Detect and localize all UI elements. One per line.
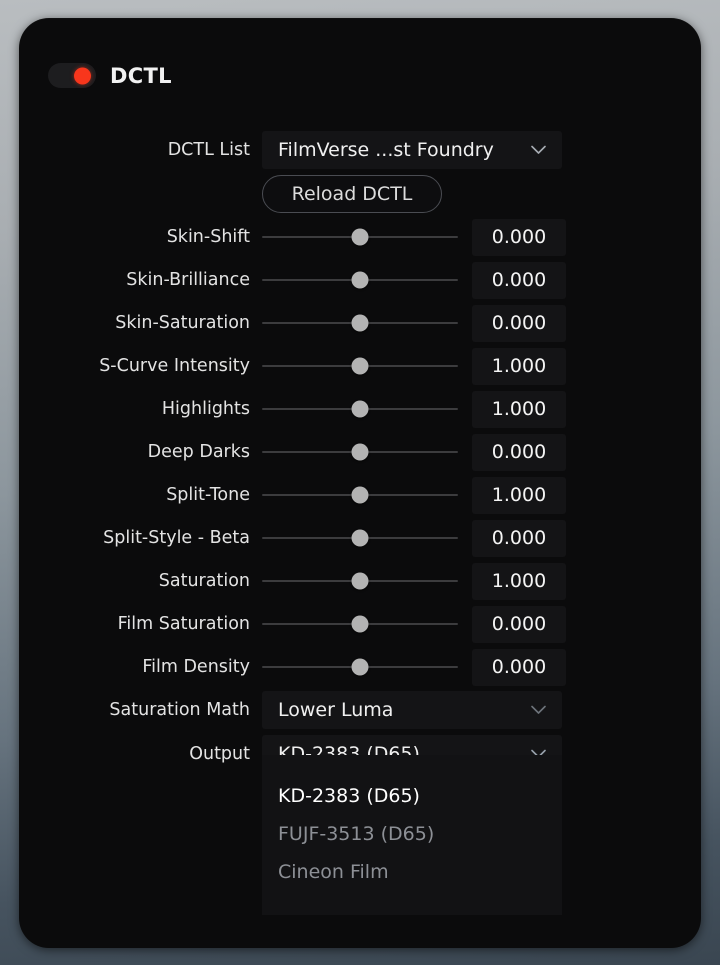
saturation-math-row: Saturation Math Lower Luma bbox=[19, 691, 701, 729]
dctl-enable-toggle[interactable] bbox=[48, 63, 96, 88]
slider-handle[interactable] bbox=[351, 615, 369, 633]
output-label: Output bbox=[189, 744, 250, 764]
slider-row: Film Saturation 0.000 bbox=[19, 605, 701, 643]
slider-value-field[interactable]: 0.000 bbox=[472, 605, 566, 643]
slider-row: Highlights 1.000 bbox=[19, 390, 701, 428]
output-option-list: KD-2383 (D65) FUJF-3513 (D65) Cineon Film bbox=[262, 755, 562, 915]
slider-label: Film Saturation bbox=[117, 614, 250, 634]
slider-value-field[interactable]: 0.000 bbox=[472, 261, 566, 299]
slider-row: Skin-Shift 0.000 bbox=[19, 218, 701, 256]
output-option[interactable]: Cineon Film bbox=[262, 853, 562, 891]
slider-control[interactable] bbox=[262, 562, 458, 600]
slider-handle[interactable] bbox=[351, 357, 369, 375]
slider-control[interactable] bbox=[262, 519, 458, 557]
window-backdrop: DCTL DCTL List FilmVerse ...st Foundry R… bbox=[0, 0, 720, 965]
slider-value-field[interactable]: 1.000 bbox=[472, 476, 566, 514]
slider-row: Deep Darks 0.000 bbox=[19, 433, 701, 471]
slider-control[interactable] bbox=[262, 261, 458, 299]
slider-label: Film Density bbox=[142, 657, 250, 677]
slider-label: Skin-Shift bbox=[166, 227, 250, 247]
slider-handle[interactable] bbox=[351, 486, 369, 504]
slider-row: Film Density 0.000 bbox=[19, 648, 701, 686]
dctl-list-row: DCTL List FilmVerse ...st Foundry bbox=[19, 131, 701, 169]
slider-value-field[interactable]: 0.000 bbox=[472, 433, 566, 471]
panel-header: DCTL bbox=[48, 63, 172, 88]
slider-label: S-Curve Intensity bbox=[99, 356, 250, 376]
slider-row: Saturation 1.000 bbox=[19, 562, 701, 600]
reload-dctl-button[interactable]: Reload DCTL bbox=[262, 175, 442, 213]
slider-control[interactable] bbox=[262, 347, 458, 385]
slider-handle[interactable] bbox=[351, 228, 369, 246]
page-title: DCTL bbox=[110, 63, 172, 88]
slider-control[interactable] bbox=[262, 648, 458, 686]
slider-value-field[interactable]: 0.000 bbox=[472, 648, 566, 686]
slider-handle[interactable] bbox=[351, 314, 369, 332]
slider-handle[interactable] bbox=[351, 572, 369, 590]
slider-label: Deep Darks bbox=[147, 442, 250, 462]
slider-value-field[interactable]: 1.000 bbox=[472, 390, 566, 428]
slider-row: S-Curve Intensity 1.000 bbox=[19, 347, 701, 385]
output-option[interactable]: FUJF-3513 (D65) bbox=[262, 815, 562, 853]
output-option[interactable]: KD-2383 (D65) bbox=[262, 777, 562, 815]
slider-row: Split-Style - Beta 0.000 bbox=[19, 519, 701, 557]
saturation-math-label: Saturation Math bbox=[109, 700, 250, 720]
slider-label: Skin-Brilliance bbox=[126, 270, 250, 290]
slider-control[interactable] bbox=[262, 390, 458, 428]
saturation-math-dropdown[interactable]: Lower Luma bbox=[262, 691, 562, 729]
slider-control[interactable] bbox=[262, 304, 458, 342]
slider-handle[interactable] bbox=[351, 658, 369, 676]
slider-label: Split-Style - Beta bbox=[103, 528, 250, 548]
slider-label: Saturation bbox=[158, 571, 250, 591]
slider-label: Highlights bbox=[161, 399, 250, 419]
slider-value-field[interactable]: 1.000 bbox=[472, 562, 566, 600]
slider-handle[interactable] bbox=[351, 271, 369, 289]
slider-label: Skin-Saturation bbox=[115, 313, 250, 333]
slider-handle[interactable] bbox=[351, 443, 369, 461]
toggle-knob-icon bbox=[74, 67, 91, 84]
dctl-list-label: DCTL List bbox=[167, 140, 250, 160]
slider-handle[interactable] bbox=[351, 400, 369, 418]
slider-row: Skin-Brilliance 0.000 bbox=[19, 261, 701, 299]
dctl-list-dropdown[interactable]: FilmVerse ...st Foundry bbox=[262, 131, 562, 169]
dctl-list-value: FilmVerse ...st Foundry bbox=[278, 139, 494, 161]
slider-control[interactable] bbox=[262, 218, 458, 256]
slider-value-field[interactable]: 0.000 bbox=[472, 304, 566, 342]
slider-value-field[interactable]: 0.000 bbox=[472, 519, 566, 557]
slider-row: Skin-Saturation 0.000 bbox=[19, 304, 701, 342]
reload-row: Reload DCTL bbox=[19, 175, 701, 213]
slider-control[interactable] bbox=[262, 605, 458, 643]
slider-handle[interactable] bbox=[351, 529, 369, 547]
slider-row: Split-Tone 1.000 bbox=[19, 476, 701, 514]
slider-label: Split-Tone bbox=[166, 485, 250, 505]
saturation-math-value: Lower Luma bbox=[278, 699, 394, 721]
slider-control[interactable] bbox=[262, 433, 458, 471]
chevron-down-icon bbox=[531, 145, 546, 155]
slider-control[interactable] bbox=[262, 476, 458, 514]
dctl-panel: DCTL DCTL List FilmVerse ...st Foundry R… bbox=[19, 18, 701, 948]
chevron-down-icon bbox=[531, 705, 546, 715]
slider-value-field[interactable]: 1.000 bbox=[472, 347, 566, 385]
slider-value-field[interactable]: 0.000 bbox=[472, 218, 566, 256]
